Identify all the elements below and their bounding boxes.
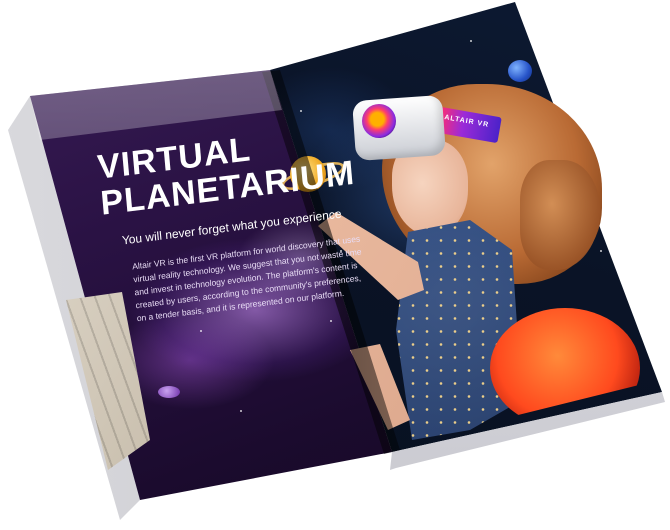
star (240, 410, 242, 412)
star (300, 110, 302, 112)
magazine-photo: ALTAIR VR VIRTUAL PLANETARIUM You will n… (0, 0, 670, 530)
small-purple-planet (158, 386, 180, 398)
star (200, 330, 202, 332)
blue-planet (508, 60, 532, 82)
article-text-block: VIRTUAL PLANETARIUM You will never forge… (96, 119, 366, 329)
star (600, 250, 602, 252)
star (470, 40, 472, 42)
star (330, 320, 332, 322)
vr-headset-logo-icon (362, 104, 396, 138)
